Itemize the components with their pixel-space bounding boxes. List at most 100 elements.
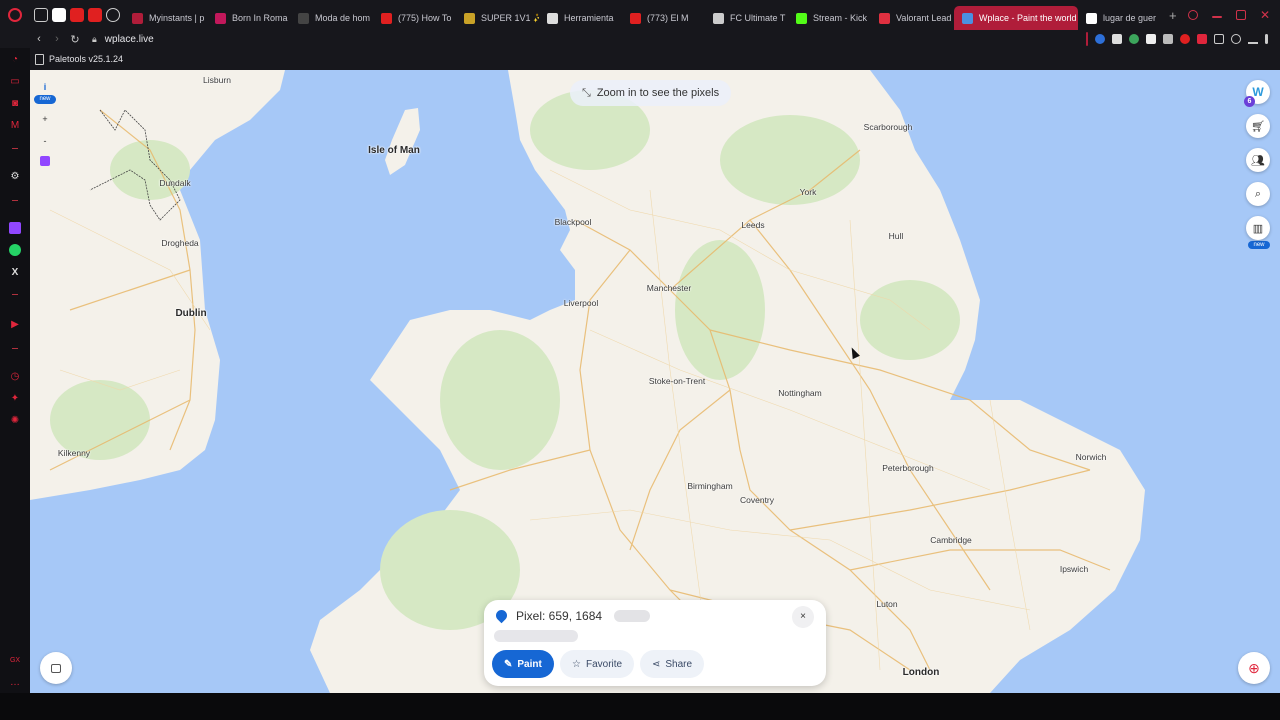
opera-logo-icon[interactable] — [0, 0, 30, 30]
whatsapp-icon[interactable] — [9, 244, 21, 256]
extension-icon[interactable] — [1095, 34, 1105, 44]
city-label: Isle of Man — [368, 145, 420, 156]
share-icon[interactable] — [1231, 34, 1241, 44]
zoom-hint-banner: ⤡ Zoom in to see the pixels — [570, 80, 732, 106]
star-icon: ☆ — [572, 658, 581, 670]
x-icon[interactable]: X — [9, 266, 21, 278]
menu-icon[interactable] — [1265, 34, 1268, 44]
close-panel-button[interactable]: × — [792, 606, 814, 628]
my-location-button[interactable]: ⊕ — [1238, 652, 1270, 684]
twitch-icon[interactable] — [9, 222, 21, 234]
globe-icon[interactable] — [106, 8, 120, 22]
gx-icon[interactable]: GX — [9, 654, 21, 666]
forward-button[interactable]: › — [48, 33, 66, 45]
extension-icon[interactable] — [1112, 34, 1122, 44]
chatgpt-icon[interactable]: ⚙ — [9, 170, 21, 182]
users-icon: 👥︎ — [1251, 154, 1265, 167]
zoom-in-button[interactable]: + — [38, 112, 52, 126]
info-button[interactable]: i — [38, 80, 52, 94]
tab-label: lugar de guer — [1103, 13, 1157, 23]
puzzle-icon[interactable] — [1214, 34, 1224, 44]
close-window-icon[interactable]: ✕ — [1260, 9, 1270, 21]
player-icon[interactable]: ▶ — [9, 318, 21, 330]
level-badge: 6 — [1244, 96, 1255, 107]
tab-label: Born In Roma — [232, 13, 288, 23]
browser-tab[interactable]: Wplace - Paint the world — [954, 6, 1078, 30]
settings-icon[interactable]: ✺ — [9, 414, 21, 426]
zoom-out-button[interactable]: - — [38, 134, 52, 148]
minimize-icon[interactable] — [1212, 16, 1222, 18]
cart-icon: 🛒︎ — [1251, 120, 1265, 133]
bag-icon[interactable]: ▭ — [9, 75, 21, 87]
browser-tab[interactable]: Valorant Lead — [871, 6, 954, 30]
maximize-icon[interactable] — [1236, 10, 1246, 20]
page-icon — [35, 53, 44, 65]
history-icon[interactable]: ◷ — [9, 370, 21, 382]
leaderboard-button[interactable]: ▥ — [1246, 216, 1270, 240]
messenger-icon[interactable]: ◙ — [9, 97, 21, 109]
city-label: Scarborough — [863, 122, 913, 132]
pinned-tab-icon[interactable] — [52, 8, 66, 22]
palette-toggle-button[interactable] — [40, 652, 72, 684]
share-button[interactable]: ⋖ Share — [640, 650, 705, 678]
extension-icon[interactable] — [1180, 34, 1190, 44]
browser-tab[interactable]: (773) El M — [622, 6, 705, 30]
search-icon: ⌕ — [1254, 187, 1262, 200]
search-tabs-icon[interactable] — [1188, 10, 1198, 20]
city-label: Manchester — [646, 283, 692, 293]
adblock-icon[interactable] — [1197, 34, 1207, 44]
extension-icon[interactable] — [1146, 34, 1156, 44]
city-label: Dublin — [175, 308, 207, 319]
download-icon[interactable] — [1248, 34, 1258, 44]
new-badge: new — [34, 95, 56, 104]
back-button[interactable]: ‹ — [30, 33, 48, 45]
city-label: London — [902, 667, 940, 678]
extension-icon[interactable] — [1129, 34, 1139, 44]
browser-tab[interactable]: Born In Roma — [207, 6, 290, 30]
city-label: Luton — [876, 599, 898, 609]
city-label: Kilkenny — [57, 448, 91, 458]
aria-icon[interactable]: ◔ — [9, 53, 21, 65]
search-location-button[interactable]: ⌕ — [1246, 182, 1270, 206]
twitch-icon[interactable] — [40, 156, 50, 166]
zoom-hint-text: Zoom in to see the pixels — [596, 87, 720, 99]
youtube-icon[interactable] — [88, 8, 102, 22]
paint-button[interactable]: ✎ Paint — [492, 650, 554, 678]
url-field[interactable]: wplace.live — [105, 34, 154, 45]
browser-tab[interactable]: FC Ultimate T — [705, 6, 788, 30]
city-label: Drogheda — [161, 238, 199, 248]
tab-label: Herramienta — [564, 13, 614, 23]
bookmark-paletools[interactable]: Paletools v25.1.24 — [49, 54, 123, 64]
browser-tab[interactable]: Stream - Kick — [788, 6, 871, 30]
window-icon — [51, 663, 61, 673]
pinned-tab-icon[interactable] — [34, 8, 48, 22]
more-icon[interactable]: … — [9, 676, 21, 688]
reload-button[interactable]: ↻ — [66, 33, 84, 46]
youtube-icon[interactable] — [70, 8, 84, 22]
wplace-logo-button[interactable]: W 6 — [1244, 80, 1270, 107]
browser-tab[interactable]: Herramienta — [539, 6, 622, 30]
world-map[interactable]: Lisburn Isle of Man Dundalk Drogheda Dub… — [30, 70, 1280, 693]
lock-icon[interactable]: 🔒︎ — [92, 34, 97, 45]
alliance-button[interactable]: 👥︎ — [1246, 148, 1270, 172]
city-label: Liverpool — [563, 298, 599, 308]
favorite-button[interactable]: ☆ Favorite — [560, 650, 635, 678]
city-label: Lisburn — [203, 75, 231, 85]
browser-tab[interactable]: SUPER 1V1 ✨ — [456, 6, 539, 30]
extensions-icon[interactable]: ✦ — [9, 392, 21, 404]
browser-tab[interactable]: Myinstants | p — [124, 6, 207, 30]
city-label: Ipswich — [1059, 564, 1089, 574]
city-label: Stoke-on-Trent — [648, 376, 706, 386]
new-tab-button[interactable]: + — [1161, 8, 1185, 23]
tab-favicon-icon — [962, 12, 973, 24]
divider — [1086, 32, 1088, 46]
store-button[interactable]: 🛒︎ — [1246, 114, 1270, 138]
browser-tab[interactable]: (775) How To — [373, 6, 456, 30]
browser-tab[interactable]: Moda de hom — [290, 6, 373, 30]
browser-sidebar: ◔ ▭ ◙ M ⚙ X ▶ ◷ ✦ ✺ GX … — [0, 48, 30, 693]
extension-icon[interactable] — [1163, 34, 1173, 44]
share-label: Share — [665, 658, 693, 670]
city-label: Leeds — [741, 220, 765, 230]
m-icon[interactable]: M — [9, 119, 21, 131]
browser-tab[interactable]: lugar de guer — [1078, 6, 1161, 30]
